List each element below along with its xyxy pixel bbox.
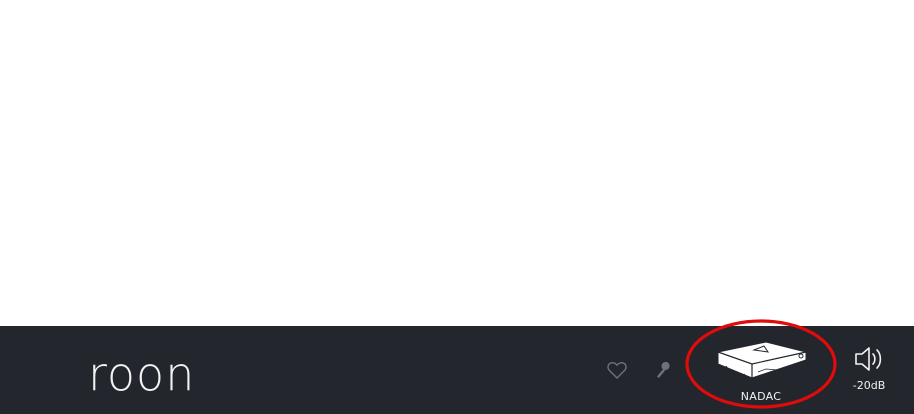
- volume-button[interactable]: -20dB: [844, 340, 894, 398]
- zone-name: NADAC: [740, 390, 782, 403]
- zone-selector-button[interactable]: NADAC: [712, 331, 812, 408]
- heart-icon[interactable]: [606, 360, 628, 380]
- roon-logo: roon: [88, 347, 196, 401]
- microphone-icon[interactable]: [654, 360, 672, 380]
- dac-device-icon: [716, 331, 808, 386]
- volume-level: -20dB: [852, 379, 886, 392]
- speaker-volume-icon: [853, 344, 885, 378]
- main-content-area: [0, 0, 914, 326]
